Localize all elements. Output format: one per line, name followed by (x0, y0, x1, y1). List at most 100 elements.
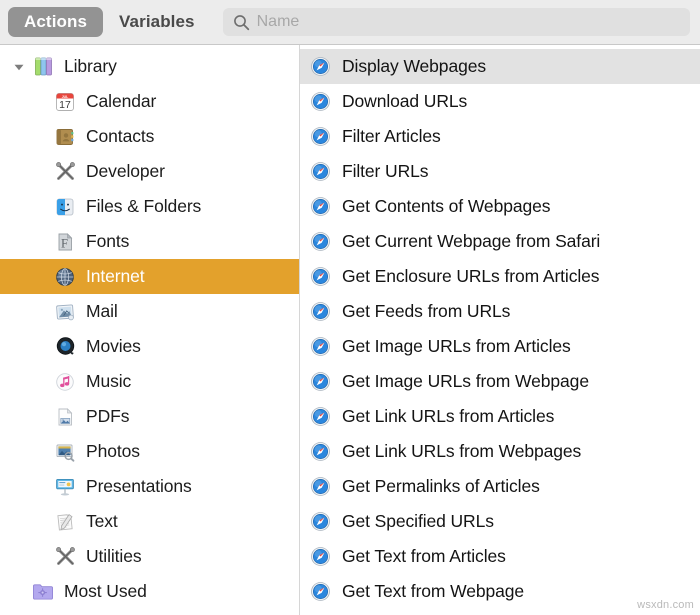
action-label: Get Current Webpage from Safari (342, 231, 601, 251)
sidebar-item-internet[interactable]: Internet (0, 259, 299, 294)
photos-icon (52, 439, 78, 465)
action-label: Display Webpages (342, 56, 486, 76)
safari-compass-icon (308, 405, 332, 429)
actions-list[interactable]: Display Webpages Download URLs Filter Ar… (300, 45, 700, 615)
list-item[interactable]: Get Link URLs from Articles (300, 399, 700, 434)
contacts-icon (52, 124, 78, 150)
list-item[interactable]: Get Contents of Webpages (300, 189, 700, 224)
list-item[interactable]: Get Text from Articles (300, 539, 700, 574)
list-item[interactable]: Get Current Webpage from Safari (300, 224, 700, 259)
action-label: Get Text from Webpage (342, 581, 525, 601)
textedit-icon (52, 509, 78, 535)
action-label: Get Feeds from URLs (342, 301, 511, 321)
safari-compass-icon (308, 440, 332, 464)
split-panes: Library JUL 17 Calendar Contacts Develop… (0, 45, 700, 615)
safari-compass-icon (308, 265, 332, 289)
safari-compass-icon (308, 580, 332, 604)
sidebar-item-label: Fonts (86, 231, 130, 251)
fonts-icon: F (52, 229, 78, 255)
safari-compass-icon (308, 230, 332, 254)
calendar-icon: JUL 17 (52, 89, 78, 115)
quicktime-icon (52, 334, 78, 360)
search-icon (233, 14, 249, 30)
internet-globe-icon (52, 264, 78, 290)
library-books-icon (30, 54, 56, 80)
sidebar-item-most-used[interactable]: Most Used (0, 574, 299, 609)
safari-compass-icon (308, 55, 332, 79)
safari-compass-icon (308, 90, 332, 114)
utilities-tools-icon (52, 544, 78, 570)
list-item[interactable]: Display Webpages (300, 49, 700, 84)
sidebar-item-label: Presentations (86, 476, 192, 496)
list-item[interactable]: Get Link URLs from Webpages (300, 434, 700, 469)
sidebar-item-photos[interactable]: Photos (0, 434, 299, 469)
svg-text:17: 17 (59, 99, 71, 111)
sidebar-item-contacts[interactable]: Contacts (0, 119, 299, 154)
disclosure-triangle-icon[interactable] (10, 58, 28, 76)
action-label: Get Contents of Webpages (342, 196, 551, 216)
action-label: Get Specified URLs (342, 511, 494, 531)
mail-icon (52, 299, 78, 325)
action-label: Get Link URLs from Articles (342, 406, 555, 426)
safari-compass-icon (308, 370, 332, 394)
sidebar-item-text[interactable]: Text (0, 504, 299, 539)
safari-compass-icon (308, 545, 332, 569)
list-item[interactable]: Filter Articles (300, 119, 700, 154)
sidebar-item-utilities[interactable]: Utilities (0, 539, 299, 574)
list-item[interactable]: Get Permalinks of Articles (300, 469, 700, 504)
automator-library-panel: Actions Variables Name Library JUL 17 Ca… (0, 0, 700, 615)
list-item[interactable]: Filter URLs (300, 154, 700, 189)
safari-compass-icon (308, 335, 332, 359)
list-item[interactable]: Get Specified URLs (300, 504, 700, 539)
tab-actions[interactable]: Actions (8, 7, 104, 37)
safari-compass-icon (308, 300, 332, 324)
sidebar-item-label: Most Used (64, 581, 147, 601)
list-item[interactable]: Get Feeds from URLs (300, 294, 700, 329)
tab-variables[interactable]: Variables (103, 7, 211, 37)
search-input[interactable] (256, 11, 682, 33)
action-label: Get Image URLs from Articles (342, 336, 571, 356)
action-label: Filter URLs (342, 161, 429, 181)
sidebar-item-fonts[interactable]: F Fonts (0, 224, 299, 259)
list-item[interactable]: Download URLs (300, 84, 700, 119)
keynote-icon (52, 474, 78, 500)
sidebar-item-label: Text (86, 511, 118, 531)
sidebar-item-presentations[interactable]: Presentations (0, 469, 299, 504)
sidebar-item-developer[interactable]: Developer (0, 154, 299, 189)
sidebar-item-movies[interactable]: Movies (0, 329, 299, 364)
safari-compass-icon (308, 510, 332, 534)
sidebar-item-label: Utilities (86, 546, 142, 566)
sidebar-item-pdfs[interactable]: PDFs (0, 399, 299, 434)
sidebar-item-library[interactable]: Library (0, 49, 299, 84)
sidebar-item-label: Mail (86, 301, 118, 321)
list-item[interactable]: Get Image URLs from Articles (300, 329, 700, 364)
sidebar-item-calendar[interactable]: JUL 17 Calendar (0, 84, 299, 119)
action-label: Filter Articles (342, 126, 441, 146)
sidebar-item-label: Movies (86, 336, 141, 356)
search-field[interactable] (222, 8, 690, 36)
sidebar-item-label: Contacts (86, 126, 155, 146)
developer-tools-icon (52, 159, 78, 185)
library-sidebar[interactable]: Library JUL 17 Calendar Contacts Develop… (0, 45, 299, 615)
list-item[interactable]: Get Image URLs from Webpage (300, 364, 700, 399)
sidebar-item-label: Files & Folders (86, 196, 202, 216)
sidebar-item-label: Calendar (86, 91, 157, 111)
music-note-icon (52, 369, 78, 395)
action-label: Get Link URLs from Webpages (342, 441, 582, 461)
toolbar: Actions Variables (0, 0, 700, 45)
action-label: Get Permalinks of Articles (342, 476, 540, 496)
sidebar-item-music[interactable]: Music (0, 364, 299, 399)
sidebar-item-label: Photos (86, 441, 140, 461)
sidebar-item-files-folders[interactable]: Files & Folders (0, 189, 299, 224)
sidebar-item-mail[interactable]: Mail (0, 294, 299, 329)
safari-compass-icon (308, 475, 332, 499)
list-item[interactable]: Get Text from Webpage (300, 574, 700, 609)
list-item[interactable]: Get Enclosure URLs from Articles (300, 259, 700, 294)
action-label: Get Enclosure URLs from Articles (342, 266, 600, 286)
safari-compass-icon (308, 195, 332, 219)
action-label: Get Image URLs from Webpage (342, 371, 589, 391)
action-label: Download URLs (342, 91, 468, 111)
svg-text:F: F (61, 236, 68, 250)
action-label: Get Text from Articles (342, 546, 506, 566)
sidebar-item-label: Developer (86, 161, 165, 181)
